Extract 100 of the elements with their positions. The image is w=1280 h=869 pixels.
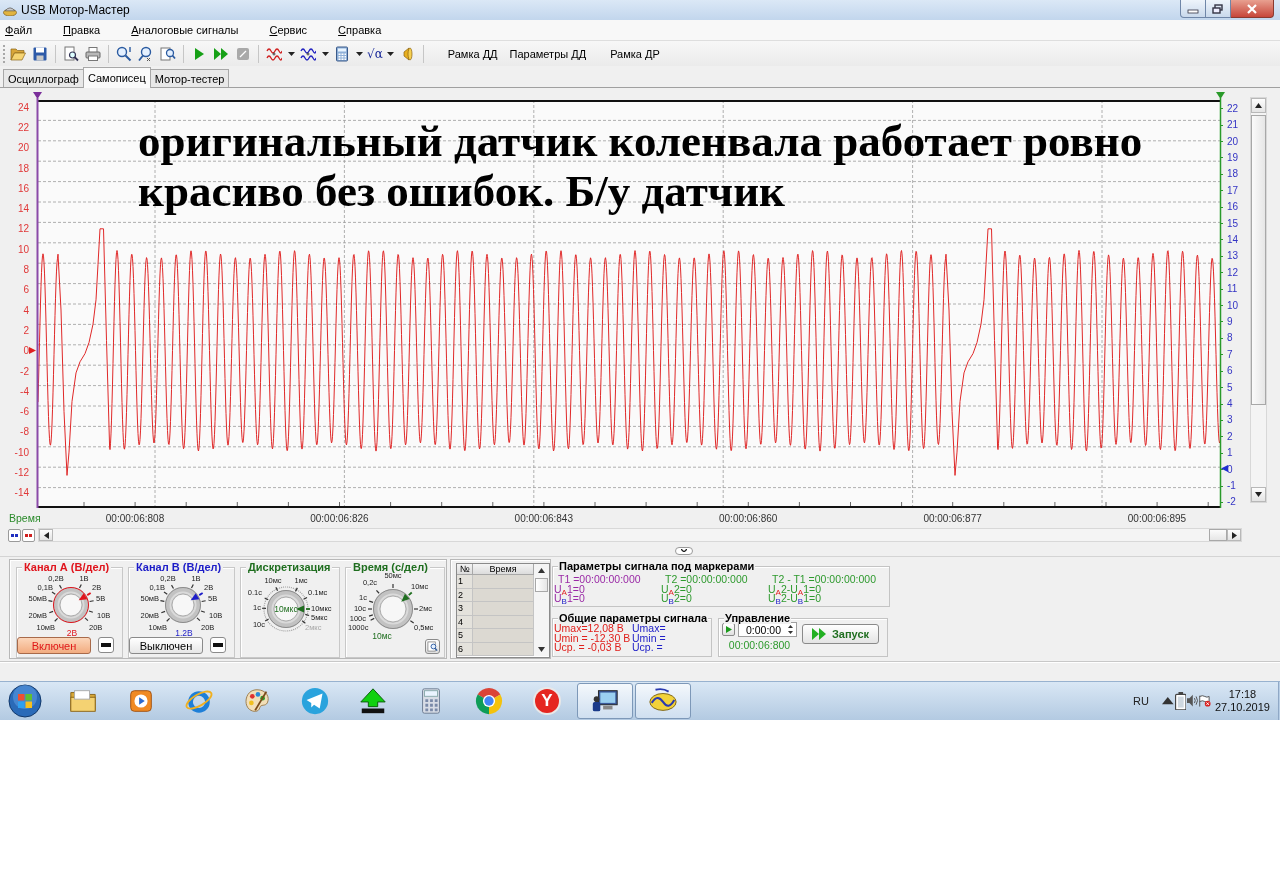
axis-label: 3 [1227,414,1233,426]
axis-label: -6 [20,406,29,418]
page-magnifier-icon [63,45,79,62]
signal-value: Umax= [632,624,666,634]
signal-value: Umin = [632,633,666,643]
toolbar-button[interactable]: Рамка ДД [441,42,504,65]
taskbar-button[interactable]: Y [519,683,575,719]
menu-item[interactable]: Аналоговые сигналы [131,24,239,36]
vertical-scrollbar[interactable] [1250,97,1267,503]
axis-label: 8 [23,264,29,275]
collapse-button[interactable] [675,546,693,555]
scroll-down-button[interactable] [1251,487,1266,502]
marker-value: U$_{A}$2-U$_{A}$1=0 [768,584,821,594]
group-title: Параметры сигнала под маркерами [558,560,756,572]
toolbar-button[interactable]: Параметры ДД [503,42,593,65]
level-marker-icon[interactable] [29,347,36,354]
play-icon [725,626,732,633]
axis-label: 12 [1227,266,1239,278]
axis-label: -10 [14,446,29,458]
language-indicator[interactable]: RU [1133,695,1149,707]
tab[interactable]: Осциллограф [3,69,84,87]
scroll-thumb[interactable] [1209,529,1227,541]
start-button[interactable]: Запуск [802,624,879,644]
row-number: 1 [457,575,473,589]
fast-forward-icon [213,45,229,62]
start-button[interactable] [7,683,43,719]
start-orb-icon [8,684,42,718]
dotted-line-button[interactable] [8,528,21,542]
up-arrow-icon [788,625,793,628]
tab[interactable]: Мотор-тестер [149,69,230,87]
menu-item[interactable]: Справка [338,24,382,36]
axis-label: 17 [1227,184,1239,196]
chevron-down-icon [681,549,687,552]
axis-label: 4 [1227,398,1233,409]
axis-label: 22 [17,121,29,133]
time-label: 00:00:06:895 [1127,512,1187,524]
window-title: USB Мотор-Мастер [21,3,130,17]
axis-label: -8 [20,426,29,438]
caret-icon [387,51,395,56]
restore-icon [1212,3,1224,14]
close-button[interactable] [1231,0,1274,18]
spin-up-button[interactable] [785,623,796,630]
right-arrow-icon [1231,531,1237,539]
level-marker-icon[interactable] [1221,465,1228,472]
minus-button[interactable] [210,637,226,653]
left-arrow-icon [43,531,49,539]
toggle-button[interactable]: Выключен [129,637,203,654]
speaker-icon [1187,694,1199,708]
scroll-up-button[interactable] [1251,98,1266,113]
clock-date[interactable]: 27.10.2019 [1214,701,1270,714]
fast-forward-icon [811,628,827,640]
marker-value: U$_{B}$2-U$_{B}$1=0 [768,594,821,604]
scroll-thumb[interactable] [535,578,548,592]
axis-label: 22 [1227,102,1239,114]
stop-icon [235,45,251,62]
axis-label: 15 [1227,217,1239,229]
restore-button[interactable] [1206,0,1231,18]
menu-item[interactable]: Файл [5,24,33,36]
minus-button[interactable] [98,637,114,653]
cursor-marker[interactable] [1215,92,1225,508]
dotted-line-icon [11,533,18,537]
axis-label: -14 [14,487,29,499]
group-title: Управление [724,612,791,624]
signal-value: Uср. = -0,03 В [554,643,622,653]
menu-item[interactable]: Сервис [269,24,308,36]
scroll-left-button[interactable] [39,529,53,541]
zoom-button[interactable] [425,639,440,654]
toolbar-button[interactable]: Рамка ДР [604,42,666,65]
panel-title: Дискретизация [246,561,333,573]
table-cell [473,575,534,589]
scroll-right-button[interactable] [1227,529,1241,541]
clock-time[interactable]: 17:18 [1228,688,1257,701]
spin-down-button[interactable] [785,629,796,636]
scroll-thumb[interactable] [1251,115,1266,405]
axis-label: 18 [17,162,29,174]
horizontal-scrollbar[interactable] [38,528,1242,542]
axis-label: -1 [1227,480,1236,492]
axis-label: 11 [1227,283,1238,295]
axis-label: 12 [17,223,29,235]
taskbar-button[interactable] [577,683,633,719]
app-logo-icon [3,4,17,16]
menu-item[interactable]: Правка [63,24,101,36]
axis-label: 13 [1227,250,1239,262]
axis-label: -4 [20,385,29,397]
formula-button[interactable]: √α [365,42,385,65]
down-arrow-icon [788,631,793,634]
dotted-line-button[interactable] [22,528,35,542]
axis-label: 2 [23,324,29,336]
minus-icon [213,643,223,647]
taskbar-button[interactable] [635,683,691,719]
time-label: 00:00:06:843 [514,512,573,524]
knob-value: 10мкс [274,604,298,614]
paper-plane-icon [300,686,330,716]
calculator-icon [334,45,350,62]
knob-value: 2В [66,628,78,638]
cursor-marker[interactable] [33,92,42,508]
panel-title: Время (с/дел) [351,561,430,573]
marker-time: T1 =00:00:00:000 [558,575,641,585]
vertical-scrollbar[interactable] [534,564,549,656]
tab[interactable]: Самописец [82,67,151,88]
